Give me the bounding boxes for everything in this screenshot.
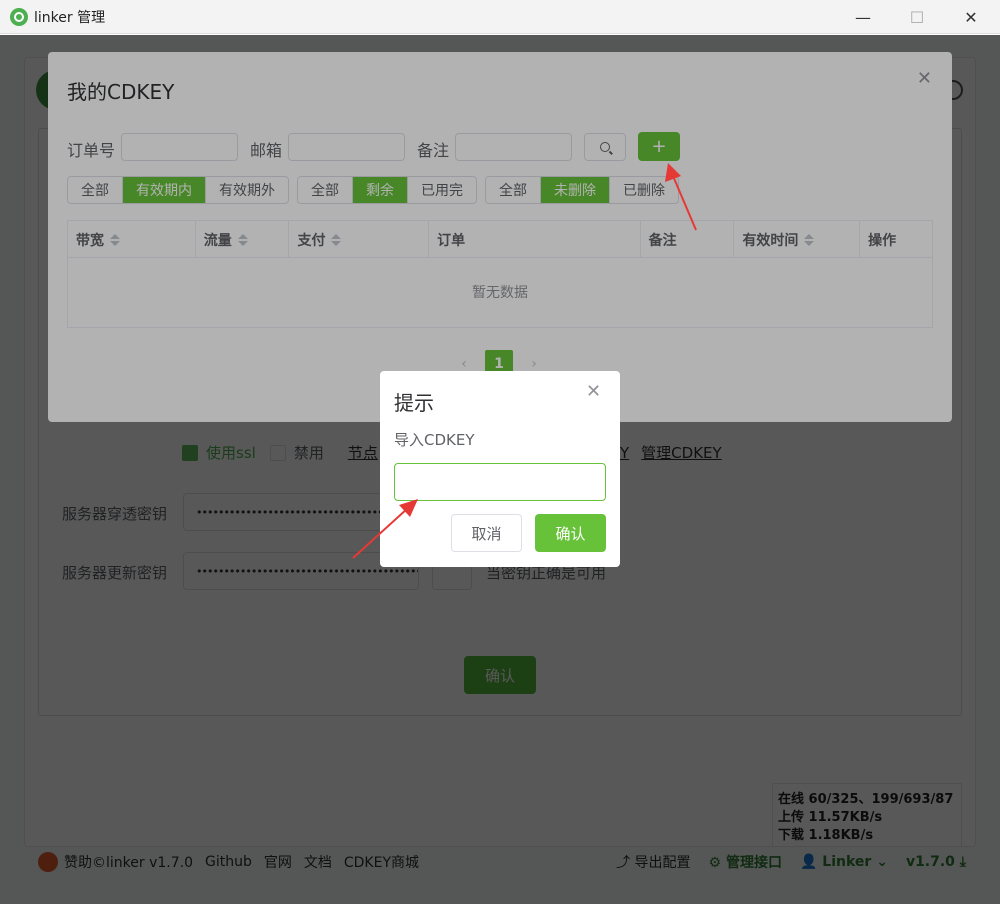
close-window-button[interactable]: ✕: [944, 0, 998, 34]
cancel-button[interactable]: 取消: [451, 514, 522, 552]
app-logo-icon: [10, 7, 28, 26]
close-icon[interactable]: ✕: [586, 381, 601, 402]
window-titlebar: linker 管理 — ☐ ✕: [0, 0, 1000, 34]
confirm-button[interactable]: 确认: [535, 514, 606, 552]
import-cdkey-prompt: 提示 ✕ 导入CDKEY 取消 确认: [380, 371, 620, 567]
prompt-title: 提示: [394, 391, 434, 415]
maximize-button[interactable]: ☐: [890, 0, 944, 34]
prompt-message: 导入CDKEY: [394, 431, 475, 449]
window-title: linker 管理: [34, 9, 106, 26]
minimize-button[interactable]: —: [836, 0, 890, 34]
cdkey-import-input[interactable]: [394, 463, 606, 501]
